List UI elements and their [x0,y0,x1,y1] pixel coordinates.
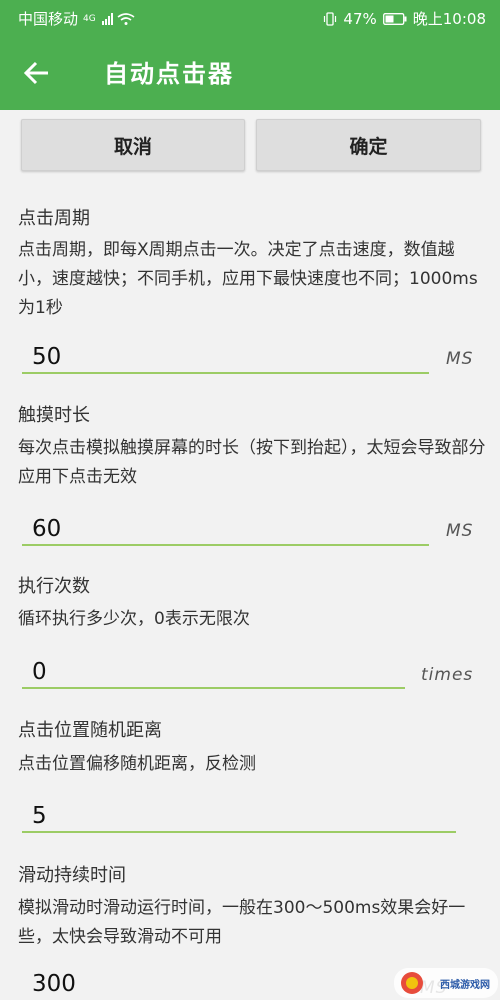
cancel-button[interactable]: 取消 [21,119,245,171]
random-offset-value[interactable]: 5 [32,803,47,829]
vibrate-icon [324,11,337,26]
random-offset-title: 点击位置随机距离 [18,720,162,741]
click-period-description: 点击周期，即每X周期点击一次。决定了点击速度，数值越小，速度越快；不同手机，应用… [18,240,478,318]
click-period-title: 点击周期 [18,208,90,229]
swipe-duration-value[interactable]: 300 [32,971,76,997]
swipe-duration-input[interactable]: 300 [22,963,382,999]
touch-duration-unit: MS [446,521,474,541]
touch-duration-title: 触摸时长 [18,405,90,426]
status-bar: 中国移动 4G 47% 晚上10:08 [0,0,500,34]
touch-duration-input[interactable]: 60 [22,508,429,546]
status-right: 47% 晚上10:08 [323,8,486,29]
click-period-input[interactable]: 50 [22,336,429,374]
random-offset-input[interactable]: 5 [22,795,456,833]
battery-percent: 47% [343,9,377,28]
click-period-value[interactable]: 50 [32,344,61,370]
repeat-count-input[interactable]: 0 [22,651,405,689]
swipe-duration-description: 模拟滑动时滑动运行时间，一般在300～500ms效果会好一些，太快会导致滑动不可… [18,898,466,947]
repeat-count-title: 执行次数 [18,576,90,597]
battery-icon [382,12,407,25]
app-bar: 自动点击器 [0,34,500,110]
status-left: 中国移动 4G [18,8,135,29]
network-type: 4G [83,13,96,24]
page-title: 自动点击器 [104,60,234,88]
arrow-back-icon[interactable] [22,58,52,88]
repeat-count-value[interactable]: 0 [32,659,47,685]
watermark-text: 西城游戏网 [440,979,490,991]
repeat-count-description: 循环执行多少次，0表示无限次 [18,609,250,629]
watermark-logo-icon [401,972,423,994]
site-watermark: 西城游戏网 [394,968,498,998]
swipe-duration-title: 滑动持续时间 [18,865,126,886]
clock: 晚上10:08 [412,10,486,28]
touch-duration-description: 每次点击模拟触摸屏幕的时长（按下到抬起），太短会导致部分应用下点击无效 [18,438,486,487]
click-period-unit: MS [446,349,474,369]
confirm-button[interactable]: 确定 [256,119,481,171]
signal-icon [101,12,113,25]
wifi-icon [117,12,135,25]
random-offset-description: 点击位置偏移随机距离，反检测 [18,754,256,774]
repeat-count-unit: times [421,665,474,685]
touch-duration-value[interactable]: 60 [32,516,61,542]
carrier-name: 中国移动 [18,10,79,28]
